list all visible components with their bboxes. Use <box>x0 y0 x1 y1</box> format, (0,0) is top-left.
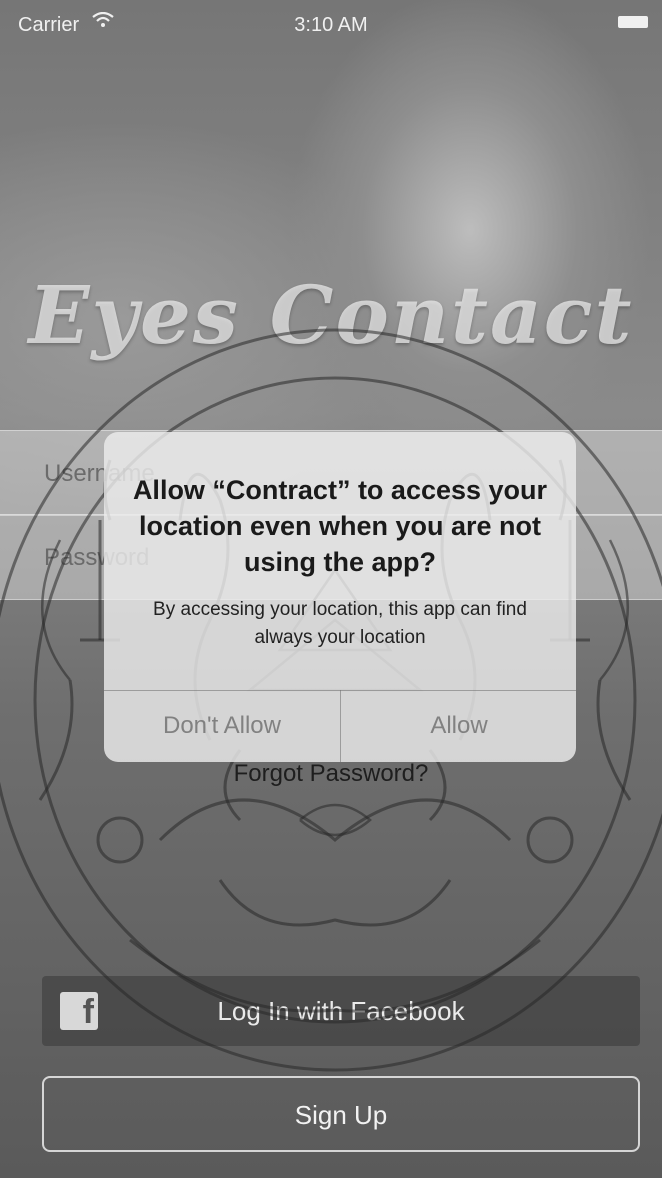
sign-up-label: Sign Up <box>294 1100 388 1130</box>
location-permission-alert: Allow “Contract” to access your location… <box>104 432 576 762</box>
facebook-login-label: Log In with Facebook <box>217 996 465 1026</box>
alert-title: Allow “Contract” to access your location… <box>132 475 548 577</box>
login-screen: Carrier 3:10 AM Eyes Contact Forgot Pass… <box>0 0 662 1178</box>
sign-up-button[interactable]: Sign Up <box>42 1076 640 1152</box>
facebook-login-button[interactable]: f Log In with Facebook <box>42 976 640 1046</box>
allow-button[interactable]: Allow <box>341 690 576 762</box>
clock: 3:10 AM <box>294 14 368 36</box>
status-bar: Carrier 3:10 AM <box>0 0 662 40</box>
forgot-password-link[interactable]: Forgot Password? <box>0 760 662 788</box>
alert-message: By accessing your location, this app can… <box>153 599 527 648</box>
app-logo: Eyes Contact <box>28 268 634 362</box>
dont-allow-button[interactable]: Don't Allow <box>104 690 340 762</box>
battery-icon <box>618 16 648 28</box>
